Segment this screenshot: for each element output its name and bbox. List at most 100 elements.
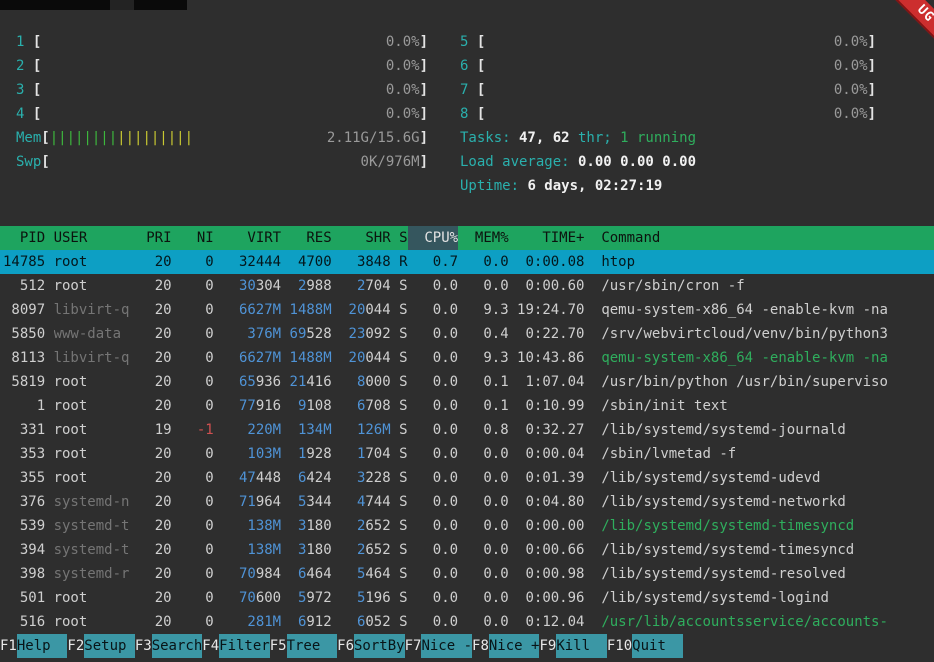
column-header-res[interactable]: RES xyxy=(281,226,332,250)
cell-pri: 20 xyxy=(138,394,172,418)
cell-pri: 20 xyxy=(138,514,172,538)
column-header-ni[interactable]: NI xyxy=(172,226,214,250)
column-header-s[interactable]: S xyxy=(391,226,408,250)
cell-pid: 8113 xyxy=(3,346,45,370)
cell-user: root xyxy=(54,586,138,610)
process-row-516[interactable]: 516root200281M69126052S0.00.00:12.04/usr… xyxy=(0,610,934,634)
cell-cpu: 0.0 xyxy=(408,370,459,394)
process-row-353[interactable]: 353root200103M19281704S0.00.00:00.04/sbi… xyxy=(0,442,934,466)
meter-open-bracket: [ xyxy=(33,54,41,78)
cell-user: root xyxy=(54,442,138,466)
fkey-f2[interactable]: F2Setup xyxy=(67,634,134,658)
cell-res: 69528 xyxy=(281,322,332,346)
cell-shr: 4744 xyxy=(332,490,391,514)
fkey-f6[interactable]: F6SortBy xyxy=(337,634,404,658)
htop-terminal-screen: UG 1[0.0%]2[0.0%]3[0.0%]4[0.0%]Mem[|||||… xyxy=(0,0,934,662)
column-header-user[interactable]: USER xyxy=(54,226,138,250)
cell-virt: 281M xyxy=(214,610,281,634)
cell-user: systemd-n xyxy=(54,490,138,514)
cell-mem: 9.3 xyxy=(458,298,509,322)
cell-s: S xyxy=(391,346,408,370)
cell-pid: 512 xyxy=(3,274,45,298)
process-row-14785[interactable]: 14785root2003244447003848R0.70.00:00.08h… xyxy=(0,250,934,274)
column-header-pid[interactable]: PID xyxy=(3,226,45,250)
meter-close-bracket: ] xyxy=(868,54,876,78)
cell-time: 0:00.00 xyxy=(509,514,585,538)
process-row-512[interactable]: 512root2003030429882704S0.00.00:00.60/us… xyxy=(0,274,934,298)
cell-pid: 539 xyxy=(3,514,45,538)
fkey-f4[interactable]: F4Filter xyxy=(202,634,269,658)
meter-close-bracket: ] xyxy=(420,78,428,102)
column-header-time[interactable]: TIME+ xyxy=(509,226,585,250)
process-row-5819[interactable]: 5819root20065936214168000S0.00.11:07.04/… xyxy=(0,370,934,394)
process-row-1[interactable]: 1root2007791691086708S0.00.10:10.99/sbin… xyxy=(0,394,934,418)
cell-virt: 376M xyxy=(214,322,281,346)
fkey-f8[interactable]: F8Nice + xyxy=(472,634,539,658)
process-row-398[interactable]: 398systemd-r2007098464645464S0.00.00:00.… xyxy=(0,562,934,586)
cell-res: 9108 xyxy=(281,394,332,418)
cpu-meter-2: 2[0.0%] xyxy=(16,54,428,78)
cpu-meter-5: 5[0.0%] xyxy=(460,30,876,54)
process-row-8113[interactable]: 8113libvirt-q2006627M1488M20044S0.09.310… xyxy=(0,346,934,370)
threads-count: 62 xyxy=(553,126,570,150)
cell-res: 21416 xyxy=(281,370,332,394)
cell-cpu: 0.0 xyxy=(408,610,459,634)
fkey-label: Quit xyxy=(632,634,683,658)
cell-pid: 14785 xyxy=(3,250,45,274)
process-row-5850[interactable]: 5850www-data200376M6952823092S0.00.40:22… xyxy=(0,322,934,346)
cell-pri: 20 xyxy=(138,442,172,466)
cpu-meter-4: 4[0.0%] xyxy=(16,102,428,126)
column-header-command[interactable]: Command xyxy=(601,226,934,250)
column-header-pri[interactable]: PRI xyxy=(138,226,172,250)
fkey-f10[interactable]: F10Quit xyxy=(607,634,683,658)
process-row-501[interactable]: 501root2007060059725196S0.00.00:00.96/li… xyxy=(0,586,934,610)
cell-ni: 0 xyxy=(172,370,214,394)
meter-close-bracket: ] xyxy=(868,78,876,102)
meter-open-bracket: [ xyxy=(33,78,41,102)
cell-command: qemu-system-x86_64 -enable-kvm -na xyxy=(601,298,934,322)
cell-command: /usr/sbin/cron -f xyxy=(601,274,934,298)
cpu-meter-label: 1 xyxy=(16,30,24,54)
cell-shr: 6052 xyxy=(332,610,391,634)
process-row-331[interactable]: 331root19-1220M134M126MS0.00.80:32.27/li… xyxy=(0,418,934,442)
uptime-label: Uptime: xyxy=(460,174,519,198)
cell-command: /sbin/init text xyxy=(601,394,934,418)
cell-ni: 0 xyxy=(172,322,214,346)
cell-s: S xyxy=(391,586,408,610)
cell-time: 0:10.99 xyxy=(509,394,585,418)
cell-mem: 9.3 xyxy=(458,346,509,370)
process-row-376[interactable]: 376systemd-n2007196453444744S0.00.00:04.… xyxy=(0,490,934,514)
column-header-shr[interactable]: SHR xyxy=(332,226,391,250)
fkey-f9[interactable]: F9Kill xyxy=(539,634,606,658)
cell-ni: 0 xyxy=(172,346,214,370)
column-header-mem[interactable]: MEM% xyxy=(458,226,509,250)
threads-label: thr; xyxy=(578,126,612,150)
cell-pri: 19 xyxy=(138,418,172,442)
cell-res: 5972 xyxy=(281,586,332,610)
column-header-cpu[interactable]: CPU% xyxy=(408,226,459,250)
fkey-f5[interactable]: F5Tree xyxy=(270,634,337,658)
fkey-f3[interactable]: F3Search xyxy=(135,634,202,658)
fkey-name: F2 xyxy=(67,634,84,658)
cell-cpu: 0.0 xyxy=(408,514,459,538)
fkey-f1[interactable]: F1Help xyxy=(0,634,67,658)
memory-value: 2.11G/15.6G xyxy=(327,126,420,150)
meters-right-column: 5[0.0%]6[0.0%]7[0.0%]8[0.0%]Tasks:47,62t… xyxy=(460,30,876,198)
cell-ni: 0 xyxy=(172,250,214,274)
process-row-539[interactable]: 539systemd-t200138M31802652S0.00.00:00.0… xyxy=(0,514,934,538)
cpu-meter-1: 1[0.0%] xyxy=(16,30,428,54)
cell-user: root xyxy=(54,370,138,394)
cell-pid: 331 xyxy=(3,418,45,442)
process-row-8097[interactable]: 8097libvirt-q2006627M1488M20044S0.09.319… xyxy=(0,298,934,322)
column-header-virt[interactable]: VIRT xyxy=(214,226,281,250)
process-row-394[interactable]: 394systemd-t200138M31802652S0.00.00:00.6… xyxy=(0,538,934,562)
cell-virt: 138M xyxy=(214,514,281,538)
cell-ni: 0 xyxy=(172,466,214,490)
cell-virt: 70600 xyxy=(214,586,281,610)
cell-pid: 353 xyxy=(3,442,45,466)
process-row-355[interactable]: 355root2004744864243228S0.00.00:01.39/li… xyxy=(0,466,934,490)
cell-ni: 0 xyxy=(172,586,214,610)
meter-close-bracket: ] xyxy=(420,30,428,54)
cell-time: 0:00.66 xyxy=(509,538,585,562)
fkey-f7[interactable]: F7Nice - xyxy=(405,634,472,658)
